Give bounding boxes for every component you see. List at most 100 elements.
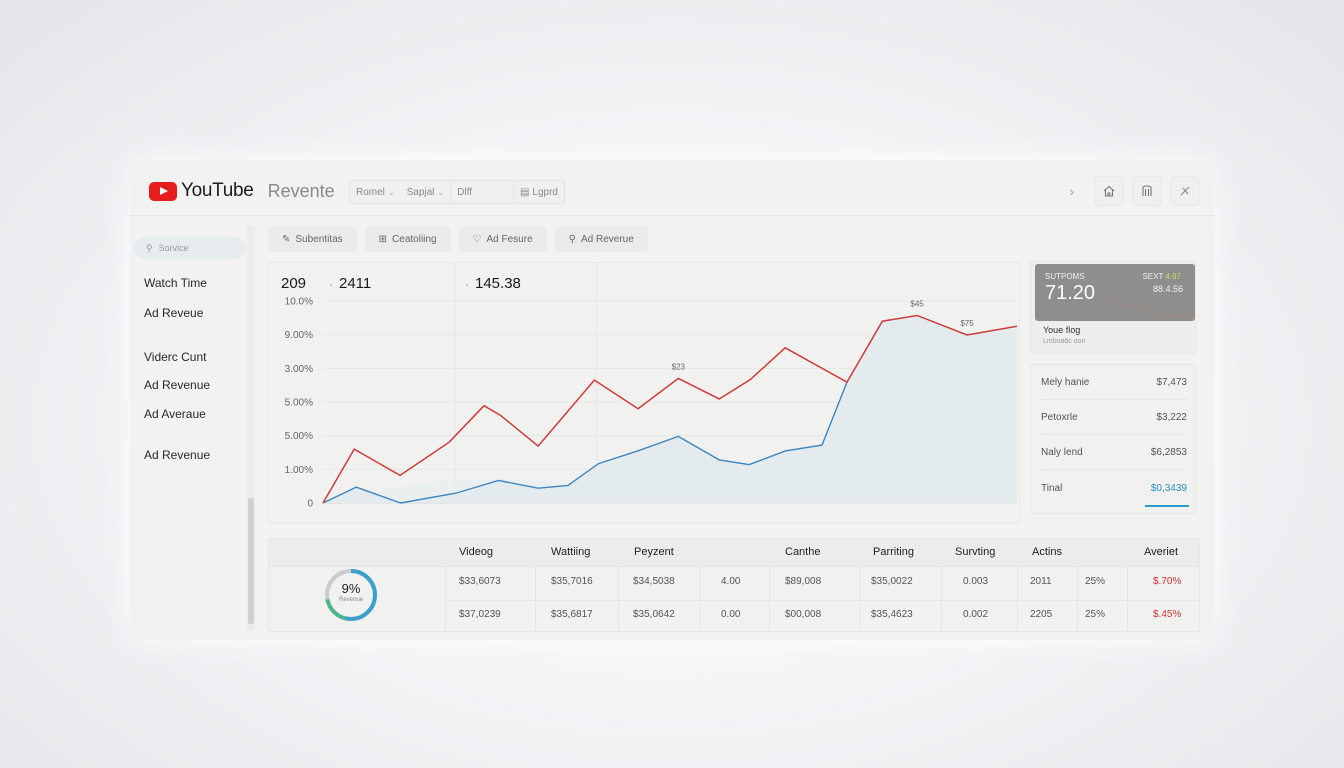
summary-row: Petoxrle $3,222	[1041, 400, 1187, 435]
table-cell: $34,5038	[633, 576, 675, 587]
column-header[interactable]: Parriting	[873, 546, 914, 558]
search-icon: ⚲	[568, 233, 576, 245]
views-area	[323, 315, 1017, 503]
legend-button[interactable]: ▤ Lgprd	[512, 181, 564, 203]
table-cell: 0.003	[963, 576, 989, 587]
column-header[interactable]: Wattiing	[551, 546, 590, 558]
app-window: YouTube Revente Romel ⌄ Sapjal ⌄ Dlff ▤ …	[130, 160, 1214, 640]
sidebar-item-ad-average[interactable]: Ad Averaue	[144, 407, 206, 421]
tab-label: Ad Reverue	[580, 233, 634, 245]
y-tick-label: 5.00%	[285, 431, 313, 442]
bookmark-button[interactable]	[1132, 176, 1162, 206]
table-cell: $35,4623	[871, 609, 913, 620]
column-divider	[1127, 567, 1128, 631]
tab-ad-feature[interactable]: ♡ Ad Fesure	[458, 226, 547, 252]
sidebar: ⚲ Sorvice Watch Time Ad Reveue Viderc Cu…	[130, 226, 256, 630]
column-divider	[1017, 567, 1018, 631]
column-header[interactable]: Canthe	[785, 546, 820, 558]
search-icon: ⚲	[146, 242, 153, 253]
filter-label: Dlff	[457, 186, 472, 198]
shield-icon: ♡	[472, 233, 482, 245]
summary-label: Mely hanie	[1041, 376, 1090, 388]
tab-ad-revenue[interactable]: ⚲ Ad Reverue	[554, 226, 648, 252]
summary-label: Petoxrle	[1041, 411, 1078, 423]
data-label: $23	[672, 362, 686, 371]
filter-diff[interactable]: Dlff	[450, 181, 501, 203]
table-cell: $35,6817	[551, 609, 593, 620]
column-divider	[1077, 567, 1078, 631]
sidebar-search[interactable]: ⚲ Sorvice	[134, 237, 246, 259]
sidebar-scrollbar[interactable]	[247, 226, 255, 630]
summary-label: Tinal	[1041, 483, 1063, 494]
promo-subtitle: Lmboa6c oon	[1043, 338, 1086, 345]
promo-title: Youe flog	[1043, 325, 1081, 335]
pin-icon: ✎	[282, 233, 291, 245]
total-underline	[1145, 505, 1189, 507]
sidebar-item-ad-revenue-2[interactable]: Ad Revenue	[144, 378, 210, 392]
tab-subscribers[interactable]: ✎ Subentitas	[268, 226, 357, 252]
column-header[interactable]: Peyzent	[634, 546, 674, 558]
close-button[interactable]	[1170, 176, 1200, 206]
donut-value: 9%	[341, 581, 361, 596]
table-cell: $.45%	[1153, 609, 1182, 620]
table-cell: $35,0642	[633, 609, 675, 620]
data-label: $45	[910, 299, 924, 308]
column-divider	[941, 567, 942, 631]
summary-value: $6,2853	[1150, 446, 1187, 458]
tab-controlling[interactable]: ⊞ Ceatoliing	[364, 226, 451, 252]
column-divider	[699, 567, 700, 631]
youtube-play-icon	[149, 181, 177, 201]
promo-delta: 4.97	[1165, 272, 1181, 281]
table-cell: $89,008	[785, 576, 822, 587]
tab-bar: ✎ Subentitas ⊞ Ceatoliing ♡ Ad Fesure ⚲ …	[268, 226, 648, 252]
sidebar-item-ad-revenue-3[interactable]: Ad Revenue	[144, 448, 210, 462]
column-divider	[445, 567, 446, 631]
search-input[interactable]: Sorvice	[159, 243, 189, 253]
table-cell: 25%	[1085, 576, 1106, 587]
revenue-chart-panel: 209 · 2411 · 145.38 0 1.00% 5.00% 5.00% 3.00% 9…	[268, 262, 1020, 524]
revenue-summary: Mely hanie $7,473 Petoxrle $3,222 Naly l…	[1030, 364, 1196, 514]
bookmark-icon	[1142, 185, 1152, 196]
close-icon	[1180, 186, 1190, 196]
sidebar-item-video-count[interactable]: Viderc Cunt	[144, 350, 206, 364]
sidebar-item-watch-time[interactable]: Watch Time	[144, 276, 207, 290]
header: YouTube Revente Romel ⌄ Sapjal ⌄ Dlff ▤ …	[130, 160, 1214, 216]
table-cell: 0.00	[721, 609, 741, 620]
column-divider	[618, 567, 619, 631]
home-button[interactable]	[1094, 176, 1124, 206]
tab-label: Subentitas	[295, 233, 343, 245]
promo-panel[interactable]: SUTPOMS 71.20 SEXT 4.97 88.4.56 Youe flo…	[1030, 260, 1196, 354]
scrollbar-thumb[interactable]	[248, 498, 254, 624]
summary-total-value[interactable]: $0,3439	[1151, 483, 1187, 494]
column-header[interactable]: Actins	[1032, 546, 1062, 558]
table-cell: 0.002	[963, 609, 989, 620]
table-cell: 4.00	[721, 576, 741, 587]
grid-icon: ⊞	[378, 233, 388, 245]
y-tick-label: 5.00%	[285, 398, 313, 409]
legend-label: Lgprd	[532, 186, 558, 198]
filter-dropdown-1[interactable]: Romel ⌄	[350, 181, 401, 203]
promo-value: 71.20	[1045, 282, 1096, 304]
y-tick-label: 3.00%	[285, 364, 313, 375]
chevron-down-icon: ⌄	[437, 187, 445, 197]
promo-card: SUTPOMS 71.20 SEXT 4.97 88.4.56	[1035, 264, 1195, 321]
line-chart: 0 1.00% 5.00% 5.00% 3.00% 9.00% 10.0% $23 $45 $75	[285, 263, 1018, 510]
table-cell: $35,0022	[871, 576, 913, 587]
promo-right-value: 88.4.56	[1152, 284, 1183, 294]
data-label: $75	[960, 319, 974, 328]
logo[interactable]: YouTube Revente	[149, 180, 335, 202]
chevron-right-icon[interactable]: ›	[1070, 184, 1074, 199]
table-cell: $37,0239	[459, 609, 501, 620]
header-actions: ›	[1070, 176, 1200, 206]
column-header[interactable]: Averiet	[1144, 546, 1178, 558]
filter-dropdown-2[interactable]: Sapjal ⌄	[401, 181, 451, 203]
y-tick-label: 1.00%	[285, 465, 313, 476]
summary-row: Naly lend $6,2853	[1041, 435, 1187, 470]
sidebar-item-ad-revenue[interactable]: Ad Reveue	[144, 306, 203, 320]
table-cell: $00,008	[785, 609, 822, 620]
y-tick-label: 9.00%	[285, 330, 313, 341]
table-cell: 25%	[1085, 609, 1106, 620]
column-header[interactable]: Videog	[459, 546, 493, 558]
header-filter-bar: Romel ⌄ Sapjal ⌄ Dlff ▤ Lgprd	[349, 180, 565, 204]
column-header[interactable]: Survting	[955, 546, 995, 558]
